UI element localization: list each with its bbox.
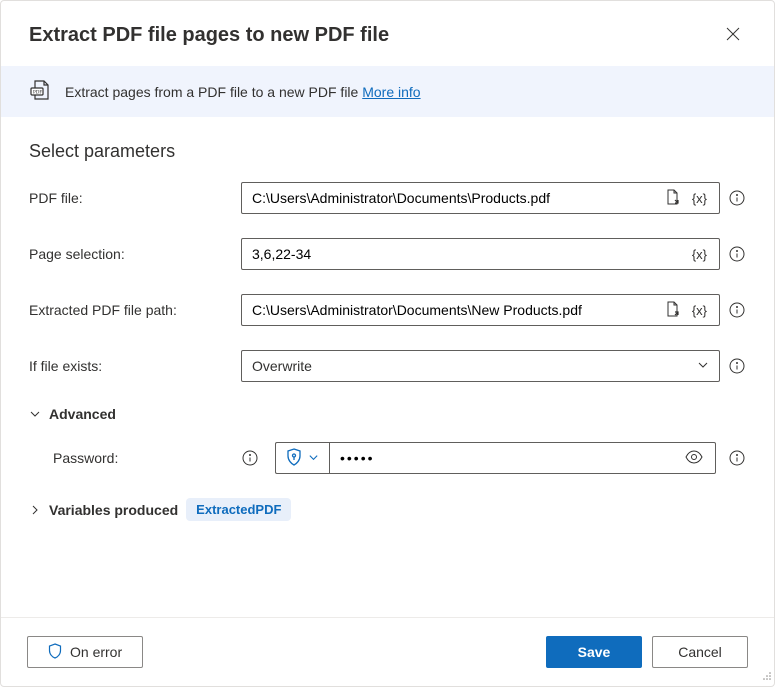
content-area: Select parameters PDF file: {x} xyxy=(1,117,774,617)
pdf-file-input[interactable] xyxy=(252,190,655,206)
advanced-toggle[interactable]: Advanced xyxy=(29,406,746,422)
advanced-label: Advanced xyxy=(49,406,116,422)
variables-produced-label: Variables produced xyxy=(49,502,178,518)
label-pdf-file: PDF file: xyxy=(29,190,229,206)
info-icon[interactable] xyxy=(728,245,746,263)
dialog-footer: On error Save Cancel xyxy=(1,617,774,686)
label-password: Password: xyxy=(29,450,229,466)
shield-icon xyxy=(48,643,62,662)
close-icon xyxy=(726,29,740,44)
row-pdf-file: PDF file: {x} xyxy=(29,182,746,214)
chevron-down-icon xyxy=(697,359,709,374)
extracted-path-input-wrap: {x} xyxy=(241,294,720,326)
info-icon[interactable] xyxy=(728,189,746,207)
close-button[interactable] xyxy=(720,21,746,50)
file-picker-button[interactable] xyxy=(663,299,682,322)
if-exists-value: Overwrite xyxy=(252,358,312,374)
label-if-exists: If file exists: xyxy=(29,358,229,374)
variables-produced-toggle[interactable]: Variables produced ExtractedPDF xyxy=(29,498,746,521)
info-icon[interactable] xyxy=(728,357,746,375)
more-info-link[interactable]: More info xyxy=(362,84,420,100)
file-picker-button[interactable] xyxy=(663,187,682,210)
page-selection-input[interactable] xyxy=(252,246,682,262)
info-icon[interactable] xyxy=(728,449,746,467)
info-icon[interactable] xyxy=(241,449,259,467)
shield-icon xyxy=(286,448,302,469)
label-page-selection: Page selection: xyxy=(29,246,229,262)
variable-picker-button[interactable]: {x} xyxy=(690,301,709,320)
svg-text:PDF: PDF xyxy=(33,91,42,96)
chevron-right-icon xyxy=(29,504,41,516)
page-selection-input-wrap: {x} xyxy=(241,238,720,270)
info-icon[interactable] xyxy=(728,301,746,319)
password-input-wrap xyxy=(329,442,716,474)
chevron-down-icon xyxy=(308,450,319,466)
reveal-password-button[interactable] xyxy=(683,448,705,469)
label-extracted-path: Extracted PDF file path: xyxy=(29,302,229,318)
password-input[interactable] xyxy=(340,450,683,466)
file-picker-icon xyxy=(665,189,680,208)
chevron-down-icon xyxy=(29,408,41,420)
pdf-icon: PDF xyxy=(29,80,51,103)
variable-chip[interactable]: ExtractedPDF xyxy=(186,498,291,521)
variable-picker-button[interactable]: {x} xyxy=(690,245,709,264)
section-title: Select parameters xyxy=(29,141,746,162)
row-password: Password: xyxy=(29,442,746,474)
row-page-selection: Page selection: {x} xyxy=(29,238,746,270)
info-banner: PDF Extract pages from a PDF file to a n… xyxy=(1,66,774,117)
dialog-title: Extract PDF file pages to new PDF file xyxy=(29,24,389,47)
password-mode-selector[interactable] xyxy=(275,442,329,474)
file-picker-icon xyxy=(665,301,680,320)
variable-picker-button[interactable]: {x} xyxy=(690,189,709,208)
if-exists-select[interactable]: Overwrite xyxy=(241,350,720,382)
row-if-exists: If file exists: Overwrite xyxy=(29,350,746,382)
cancel-button[interactable]: Cancel xyxy=(652,636,748,668)
eye-icon xyxy=(685,450,703,467)
on-error-button[interactable]: On error xyxy=(27,636,143,668)
banner-text: Extract pages from a PDF file to a new P… xyxy=(65,84,421,100)
row-extracted-path: Extracted PDF file path: {x} xyxy=(29,294,746,326)
save-button[interactable]: Save xyxy=(546,636,642,668)
extracted-path-input[interactable] xyxy=(252,302,655,318)
dialog-header: Extract PDF file pages to new PDF file xyxy=(1,1,774,66)
pdf-file-input-wrap: {x} xyxy=(241,182,720,214)
